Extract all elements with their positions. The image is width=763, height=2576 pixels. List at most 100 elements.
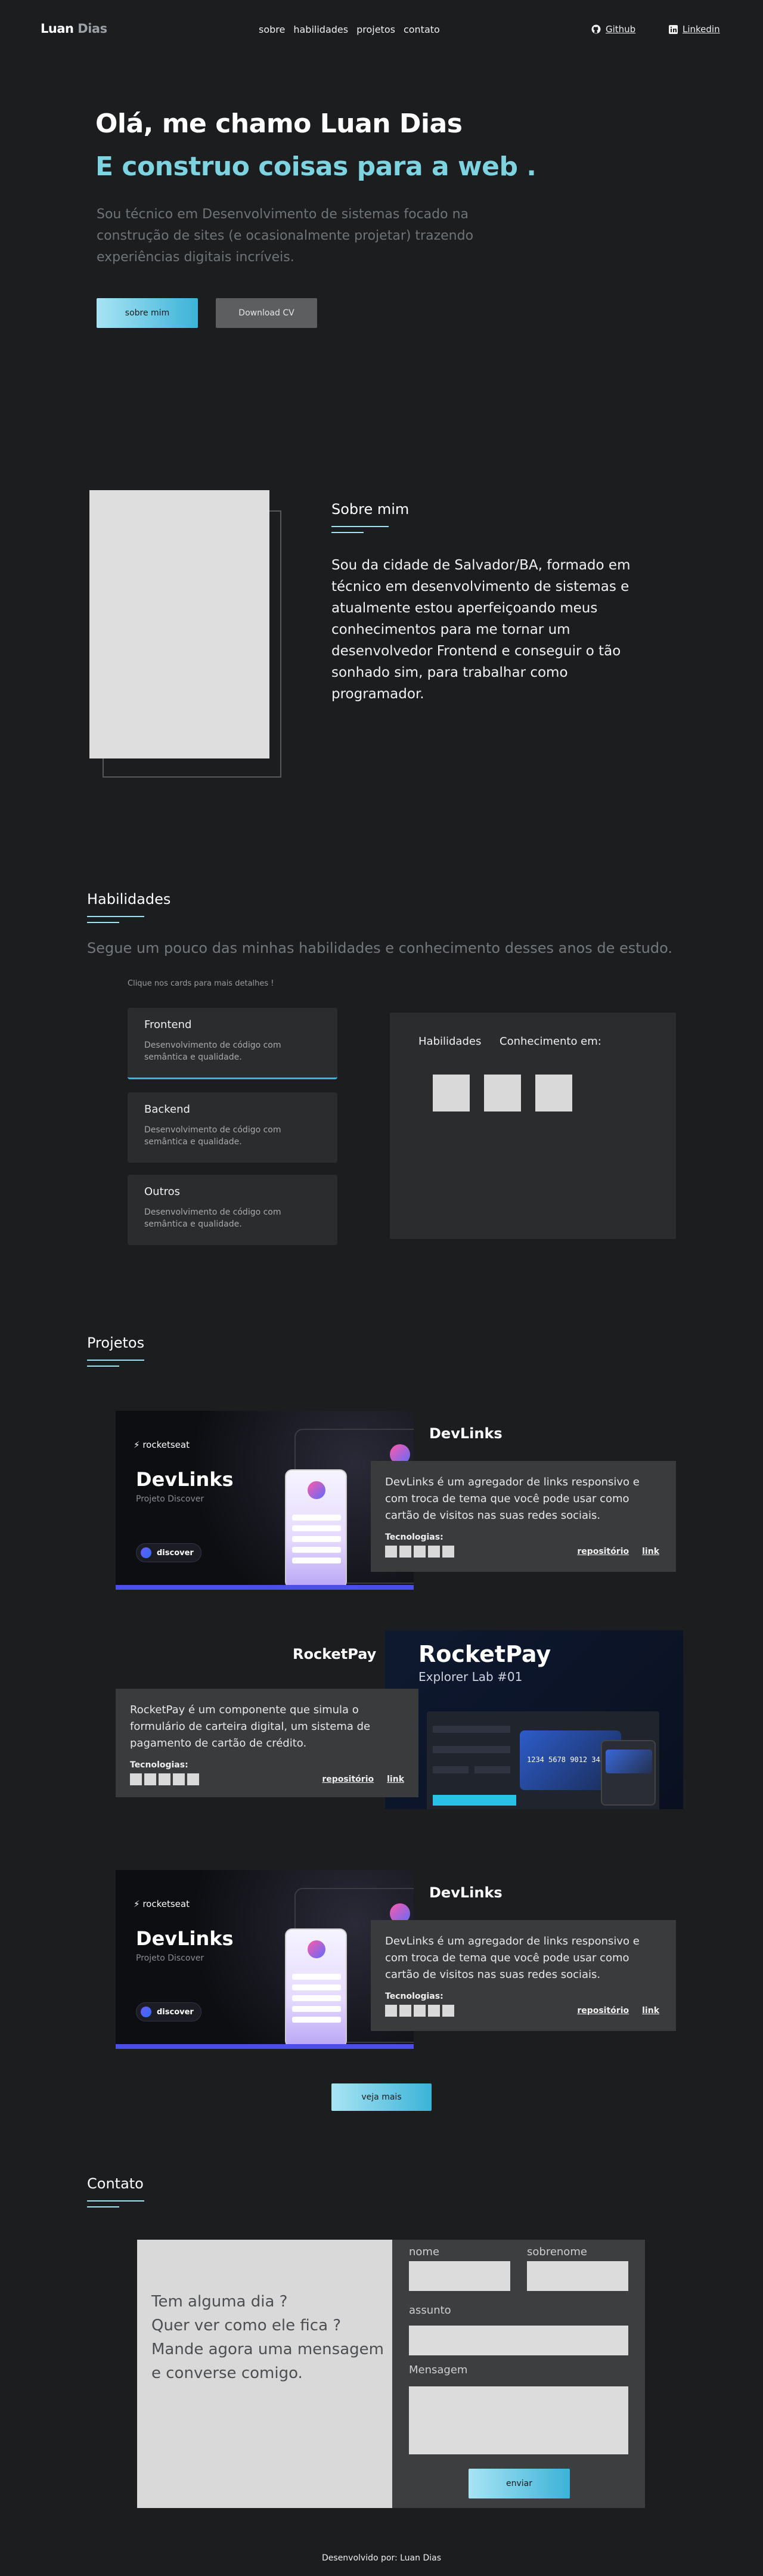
profile-photo [89, 490, 269, 758]
repo-link[interactable]: repositório [577, 1547, 629, 1556]
project-description: DevLinks é um agregador de links respons… [385, 1476, 640, 1522]
project-info-box: RocketPay é um componente que simula o f… [116, 1689, 418, 1797]
skill-card-desc: Desenvolvimento de código com semântica … [144, 1208, 281, 1229]
about-underline-short [331, 532, 364, 533]
linkedin-label: Linkedin [683, 24, 720, 35]
surname-label: sobrenome [527, 2246, 587, 2258]
phone-mockup [601, 1740, 656, 1806]
skills-detail-panel: Habilidades Conhecimento em: [390, 1013, 676, 1239]
skill-card-frontend[interactable]: Frontend Desenvolvimento de código com s… [128, 1008, 337, 1079]
about-underline [331, 526, 389, 527]
panel-label-knowledge: Conhecimento em: [500, 1035, 601, 1048]
project-image-devlinks[interactable]: ⚡ rocketseat DevLinks Projeto Discover d… [116, 1411, 414, 1590]
skills-subtitle: Segue um pouco das minhas habilidades e … [87, 940, 672, 956]
discover-icon [141, 2007, 151, 2017]
github-label: Github [606, 24, 636, 35]
subject-label: assunto [409, 2304, 451, 2317]
see-more-button[interactable]: veja mais [331, 2083, 432, 2111]
skill-card-title: Frontend [144, 1018, 192, 1031]
linkedin-link[interactable]: Linkedin [669, 24, 720, 35]
live-link[interactable]: link [642, 1547, 659, 1556]
accent-bar [116, 1585, 414, 1590]
logo-second: Dias [77, 21, 107, 36]
subject-input[interactable] [409, 2326, 628, 2355]
project-info-box: DevLinks é um agregador de links respons… [371, 1461, 676, 1572]
phone-mockup [285, 1469, 347, 1589]
project-image-subtitle: Projeto Discover [136, 1494, 204, 1504]
hero-tagline: E construo coisas para a web . [95, 151, 536, 182]
live-link[interactable]: link [387, 1775, 404, 1784]
project-image-title: DevLinks [136, 1468, 234, 1491]
tech-icon-placeholder [535, 1075, 572, 1111]
main-nav: sobre habilidades projetos contato [259, 24, 440, 35]
discover-icon [141, 1547, 151, 1558]
about-text: Sou da cidade de Salvador/BA, formado em… [331, 558, 631, 702]
message-textarea[interactable] [409, 2386, 628, 2454]
hero-greeting: Olá, me chamo Luan Dias [95, 109, 463, 139]
skill-card-desc: Desenvolvimento de código com semântica … [144, 1125, 281, 1147]
project-image-rocketpay[interactable]: RocketPay Explorer Lab #01 1234 5678 901… [385, 1630, 683, 1809]
contact-underline-short [87, 2206, 119, 2207]
repo-link[interactable]: repositório [322, 1775, 374, 1784]
tech-label: Tecnologias: [385, 1992, 443, 2001]
project-description: DevLinks é um agregador de links respons… [385, 1935, 640, 1981]
projects-underline-short [87, 1366, 119, 1367]
repo-link[interactable]: repositório [577, 2006, 629, 2015]
tech-label: Tecnologias: [385, 1532, 443, 1542]
contact-line-1: Tem alguma dia ? [151, 2293, 288, 2311]
nav-item-habilidades[interactable]: habilidades [293, 24, 348, 35]
linkedin-icon [669, 24, 678, 34]
nav-item-sobre[interactable]: sobre [259, 24, 285, 35]
accent-bar [116, 2044, 414, 2049]
skill-card-backend[interactable]: Backend Desenvolvimento de código com se… [128, 1092, 337, 1163]
projects-title: Projetos [87, 1335, 145, 1351]
project-info-box: DevLinks é um agregador de links respons… [371, 1920, 676, 2031]
skill-card-title: Backend [144, 1103, 190, 1116]
download-cv-button[interactable]: Download CV [216, 298, 317, 328]
project-image-subtitle: Explorer Lab #01 [418, 1670, 523, 1684]
surname-input[interactable] [527, 2261, 628, 2291]
skill-card-desc: Desenvolvimento de código com semântica … [144, 1041, 281, 1062]
tech-icon-placeholder [433, 1075, 470, 1111]
rocketseat-logo: ⚡ rocketseat [134, 1439, 190, 1450]
nav-item-projetos[interactable]: projetos [356, 24, 395, 35]
skills-underline [87, 916, 144, 917]
skills-hint: Clique nos cards para mais detalhes ! [128, 979, 274, 988]
github-icon [591, 24, 601, 34]
project-image-title: RocketPay [418, 1641, 551, 1667]
contact-message-panel: Tem alguma dia ? Quer ver como ele fica … [137, 2240, 392, 2508]
about-title: Sobre mim [331, 501, 410, 518]
card-number: 1234 5678 9012 3456 [527, 1755, 609, 1764]
logo-first: Luan [41, 21, 74, 36]
project-title: RocketPay [293, 1646, 377, 1662]
name-label: nome [409, 2246, 440, 2258]
project-image-devlinks[interactable]: ⚡ rocketseat DevLinks Projeto Discover d… [116, 1870, 414, 2049]
contact-underline [87, 2200, 144, 2202]
rocketseat-logo: ⚡ rocketseat [134, 1899, 190, 1909]
github-link[interactable]: Github [591, 24, 635, 35]
projects-underline [87, 1360, 144, 1361]
contact-line-2: Quer ver como ele fica ? [151, 2317, 342, 2334]
project-description: RocketPay é um componente que simula o f… [130, 1704, 371, 1750]
name-input[interactable] [409, 2261, 510, 2291]
skills-title: Habilidades [87, 891, 171, 908]
hero-description: Sou técnico em Desenvolvimento de sistem… [97, 207, 474, 265]
footer-credit: Desenvolvido por: Luan Dias [322, 2553, 441, 2563]
contact-title: Contato [87, 2175, 144, 2192]
phone-mockup [285, 1928, 347, 2048]
nav-item-contato[interactable]: contato [404, 24, 440, 35]
contact-form: nome sobrenome assunto Mensagem enviar [392, 2240, 645, 2508]
panel-label-skills: Habilidades [418, 1035, 482, 1048]
contact-line-3: Mande agora uma mensagem e converse comi… [151, 2340, 384, 2382]
project-image-subtitle: Projeto Discover [136, 1953, 204, 1963]
skill-card-outros[interactable]: Outros Desenvolvimento de código com sem… [128, 1175, 337, 1245]
project-title: DevLinks [429, 1425, 503, 1442]
about-me-button[interactable]: sobre mim [97, 298, 198, 328]
live-link[interactable]: link [642, 2006, 659, 2015]
project-title: DevLinks [429, 1884, 503, 1901]
send-button[interactable]: enviar [469, 2469, 570, 2498]
skill-card-title: Outros [144, 1185, 181, 1198]
logo[interactable]: Luan Dias [41, 21, 107, 36]
tech-icon-placeholder [484, 1075, 521, 1111]
message-label: Mensagem [409, 2364, 468, 2376]
